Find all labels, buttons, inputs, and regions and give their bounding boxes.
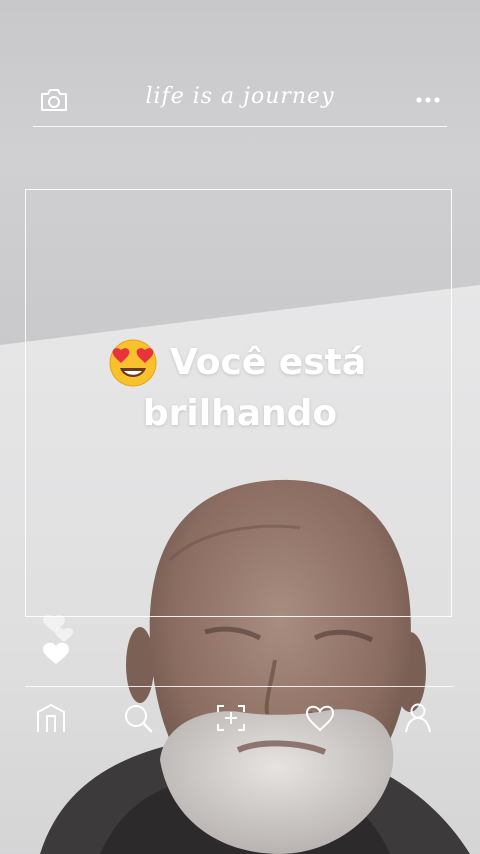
page-title: life is a journey	[145, 84, 335, 109]
nav-search[interactable]	[121, 701, 155, 735]
floating-hearts-icon	[42, 615, 74, 664]
profile-icon	[405, 703, 431, 733]
nav-home[interactable]	[34, 701, 68, 735]
nav-add-post[interactable]	[214, 701, 248, 735]
add-post-icon	[217, 705, 245, 731]
nav-profile[interactable]	[401, 701, 435, 735]
nav-likes[interactable]	[303, 701, 337, 735]
top-bar: life is a journey	[33, 78, 447, 127]
ui-overlay: life is a journey Você está brilhando	[0, 0, 480, 854]
search-icon	[125, 705, 153, 733]
heart-icon	[305, 705, 335, 732]
more-dots-icon[interactable]	[415, 96, 441, 104]
caption-line-1: Você está	[169, 342, 367, 383]
home-icon	[37, 704, 65, 732]
caption-line-2: brilhando	[142, 393, 338, 434]
caption-text: Você está brilhando	[60, 337, 420, 439]
bottom-nav	[25, 686, 453, 747]
